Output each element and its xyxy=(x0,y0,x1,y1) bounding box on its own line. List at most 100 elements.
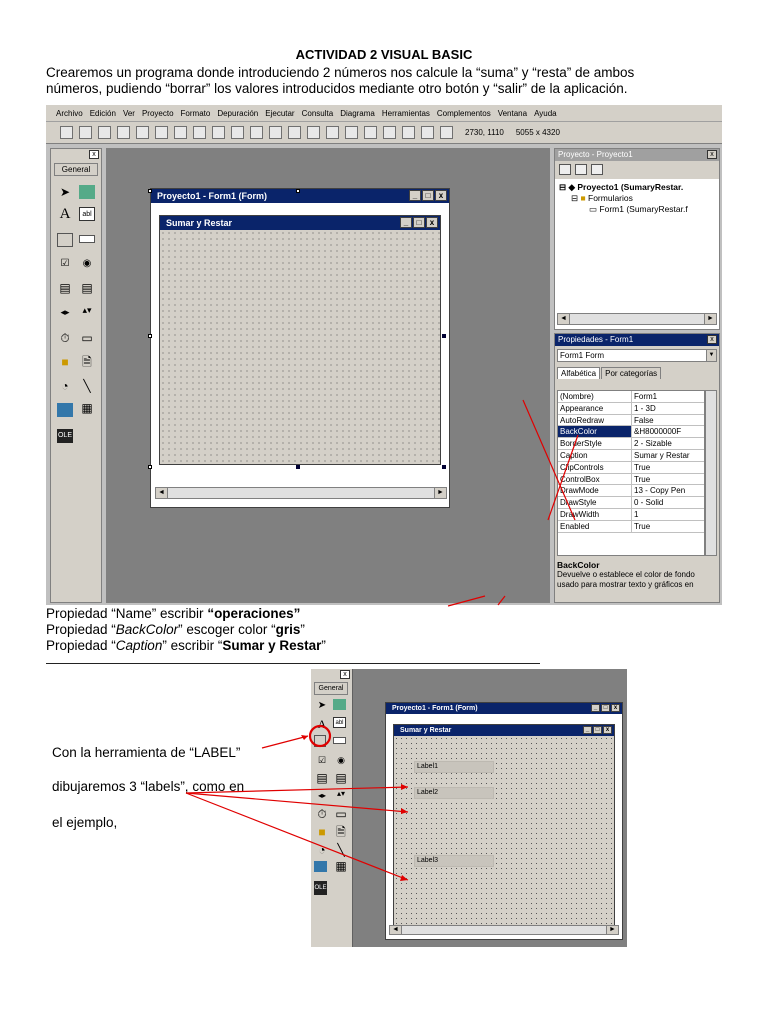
horizontal-scrollbar[interactable]: ◄ ► xyxy=(389,925,619,935)
form-designer-titlebar[interactable]: Proyecto1 - Form1 (Form) _ □ x xyxy=(386,703,622,714)
property-row[interactable]: DrawWidth 1 xyxy=(558,508,704,521)
pointer-icon[interactable]: ➤ xyxy=(314,699,330,713)
copy-icon[interactable] xyxy=(174,126,187,139)
menu-herramientas[interactable]: Herramientas xyxy=(382,109,430,118)
label-control[interactable]: Label3 xyxy=(414,855,494,867)
save-icon[interactable] xyxy=(136,126,149,139)
property-value[interactable]: Sumar y Restar xyxy=(632,450,704,461)
component-manager-icon[interactable] xyxy=(440,126,453,139)
menu-proyecto[interactable]: Proyecto xyxy=(142,109,174,118)
textbox-icon[interactable]: abl xyxy=(333,717,346,728)
property-value[interactable]: Form1 xyxy=(632,391,704,402)
property-row[interactable]: AutoRedraw False xyxy=(558,414,704,427)
data-view-icon[interactable] xyxy=(421,126,434,139)
data-control-icon[interactable]: ▦ xyxy=(333,859,349,873)
find-icon[interactable] xyxy=(212,126,225,139)
timer-icon[interactable]: ⏱ xyxy=(57,331,73,345)
tree-folder[interactable]: ⊟ ■ Formularios xyxy=(559,193,715,204)
menu-complementos[interactable]: Complementos xyxy=(437,109,491,118)
toolbox-general-tab[interactable]: General xyxy=(314,682,348,695)
scroll-left-icon[interactable]: ◄ xyxy=(156,488,168,498)
filelistbox-icon[interactable]: 🗎 xyxy=(79,355,95,369)
form1-surface[interactable]: Sumar y Restar _ □ x xyxy=(159,215,441,465)
image-icon[interactable] xyxy=(57,403,73,417)
hscrollbar-icon[interactable]: ◂▸ xyxy=(57,305,73,319)
textbox-icon[interactable]: abl xyxy=(79,207,95,221)
menu-ver[interactable]: Ver xyxy=(123,109,135,118)
line-icon[interactable]: ╲ xyxy=(79,379,95,393)
form-layout-icon[interactable] xyxy=(364,126,377,139)
property-row[interactable]: Caption Sumar y Restar xyxy=(558,449,704,462)
label-tool-icon[interactable]: A xyxy=(314,717,330,731)
menu-ejecutar[interactable]: Ejecutar xyxy=(265,109,294,118)
checkbox-icon[interactable]: ☑ xyxy=(314,753,330,767)
shape-icon[interactable]: ◔ xyxy=(314,843,330,857)
chevron-down-icon[interactable]: ▼ xyxy=(706,350,716,361)
toolbox-icon[interactable] xyxy=(402,126,415,139)
property-row[interactable]: Appearance 1 - 3D xyxy=(558,402,704,415)
property-row[interactable]: BorderStyle 2 - Sizable xyxy=(558,438,704,450)
run-icon[interactable] xyxy=(269,126,282,139)
property-row[interactable]: Enabled True xyxy=(558,520,704,533)
minimize-icon[interactable]: _ xyxy=(409,190,421,201)
close-icon[interactable]: x xyxy=(707,335,717,344)
scroll-right-icon[interactable]: ► xyxy=(704,314,716,324)
frame-icon[interactable] xyxy=(314,735,326,747)
form-designer-titlebar[interactable]: Proyecto1 - Form1 (Form) _ □ x xyxy=(151,189,449,203)
resize-handle[interactable] xyxy=(148,465,152,469)
pointer-icon[interactable]: ➤ xyxy=(57,185,73,199)
minimize-icon[interactable]: _ xyxy=(591,704,600,712)
form-designer-window[interactable]: Proyecto1 - Form1 (Form) _ □ x Sumar y R… xyxy=(148,188,450,508)
open-icon[interactable] xyxy=(117,126,130,139)
scroll-right-icon[interactable]: ► xyxy=(606,926,618,934)
paste-icon[interactable] xyxy=(193,126,206,139)
timer-icon[interactable]: ⏱ xyxy=(314,807,330,821)
optionbutton-icon[interactable]: ◉ xyxy=(79,257,95,271)
commandbutton-icon[interactable] xyxy=(79,235,95,243)
shape-icon[interactable]: ◔ xyxy=(57,379,73,393)
hscrollbar-icon[interactable]: ◂▸ xyxy=(314,789,330,803)
close-icon[interactable]: x xyxy=(611,704,620,712)
menu-ayuda[interactable]: Ayuda xyxy=(534,109,557,118)
property-value[interactable]: True xyxy=(632,462,704,473)
maximize-icon[interactable]: □ xyxy=(422,190,434,201)
view-code-icon[interactable] xyxy=(559,164,571,175)
property-value[interactable]: 2 - Sizable xyxy=(632,438,704,449)
tab-por-categorias[interactable]: Por categorías xyxy=(601,367,662,379)
pause-icon[interactable] xyxy=(288,126,301,139)
scroll-right-icon[interactable]: ► xyxy=(434,488,446,498)
frame-icon[interactable] xyxy=(57,233,73,247)
resize-handle[interactable] xyxy=(442,465,446,469)
menu-ventana[interactable]: Ventana xyxy=(498,109,527,118)
resize-handle[interactable] xyxy=(148,334,152,338)
property-value[interactable]: 0 - Solid xyxy=(632,497,704,508)
property-value[interactable]: &H8000000F xyxy=(632,426,704,437)
resize-handle[interactable] xyxy=(442,334,446,338)
object-selector[interactable]: Form1 Form ▼ xyxy=(557,349,717,362)
vscrollbar-icon[interactable]: ▴▾ xyxy=(79,303,95,317)
redo-icon[interactable] xyxy=(250,126,263,139)
menu-formato[interactable]: Formato xyxy=(181,109,211,118)
ole-icon[interactable]: OLE xyxy=(57,429,73,443)
resize-handle[interactable] xyxy=(296,189,300,193)
view-object-icon[interactable] xyxy=(575,164,587,175)
toggle-folders-icon[interactable] xyxy=(591,164,603,175)
ole-icon[interactable]: OLE xyxy=(314,881,327,895)
dirlistbox-icon[interactable]: ■ xyxy=(314,825,330,839)
menu-consulta[interactable]: Consulta xyxy=(302,109,334,118)
close-icon[interactable]: x xyxy=(707,150,717,159)
add-project-icon[interactable] xyxy=(60,126,73,139)
menu-edicion[interactable]: Edición xyxy=(90,109,116,118)
dirlistbox-icon[interactable]: ■ xyxy=(57,355,73,369)
properties-icon[interactable] xyxy=(345,126,358,139)
property-row[interactable]: DrawStyle 0 - Solid xyxy=(558,497,704,509)
scroll-left-icon[interactable]: ◄ xyxy=(558,314,570,324)
label-tool-icon[interactable]: A xyxy=(57,207,73,222)
property-value[interactable]: False xyxy=(632,415,704,426)
combobox-icon[interactable]: ▤ xyxy=(314,771,330,785)
listbox-icon[interactable]: ▤ xyxy=(79,281,95,295)
line-icon[interactable]: ╲ xyxy=(333,843,349,857)
listbox-icon[interactable]: ▤ xyxy=(333,771,349,785)
menu-depuracion[interactable]: Depuración xyxy=(217,109,258,118)
picturebox-icon[interactable] xyxy=(333,699,346,710)
